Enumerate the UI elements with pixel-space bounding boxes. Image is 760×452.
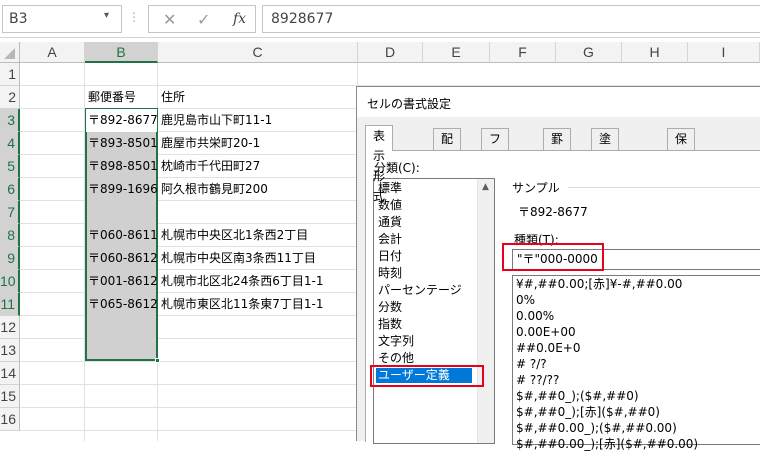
dialog-titlebar[interactable]: セルの書式設定 xyxy=(357,87,760,117)
row-header-8[interactable]: 8 xyxy=(0,224,20,247)
dialog-title: セルの書式設定 xyxy=(367,97,452,111)
formula-bar: B3 ▾ ⋮ ✕ ✓ fx 8928677 xyxy=(0,0,760,38)
column-header-d[interactable]: D xyxy=(358,42,423,63)
format-item[interactable]: 0.00E+00 xyxy=(516,324,576,340)
select-all-corner[interactable] xyxy=(0,42,20,63)
category-item[interactable]: 日付 xyxy=(376,249,472,264)
tab-fill[interactable]: 塗りつぶし xyxy=(591,128,620,226)
format-item[interactable]: ##0.0E+0 xyxy=(516,340,580,356)
formula-value: 8928677 xyxy=(271,11,334,27)
cell-b6[interactable]: 〒899-1696 xyxy=(86,178,158,201)
formula-buttons: ✕ ✓ fx xyxy=(148,5,256,33)
row-header-12[interactable]: 12 xyxy=(0,316,20,339)
scroll-up-icon[interactable]: ▲ xyxy=(482,182,489,192)
cell-c6[interactable]: 阿久根市鶴見町200 xyxy=(159,178,268,201)
category-item[interactable]: 標準 xyxy=(376,181,472,196)
category-item[interactable]: 指数 xyxy=(376,317,472,332)
cell-b5[interactable]: 〒898-8501 xyxy=(86,155,158,178)
column-header-i[interactable]: I xyxy=(688,42,760,63)
highlight-box-category xyxy=(370,365,484,387)
row-header-6[interactable]: 6 xyxy=(0,178,20,201)
highlight-box-type xyxy=(502,243,604,271)
sample-value: 〒892-8677 xyxy=(518,205,588,219)
cell-c11[interactable]: 札幌市東区北11条東7丁目1-1 xyxy=(159,293,324,316)
cell-c2[interactable]: 住所 xyxy=(159,86,185,109)
category-item[interactable]: 分数 xyxy=(376,300,472,315)
cell-b2[interactable]: 郵便番号 xyxy=(86,86,136,109)
enter-icon[interactable]: ✓ xyxy=(197,10,210,29)
row-header-2[interactable]: 2 xyxy=(0,86,20,109)
category-item[interactable]: 通貨 xyxy=(376,215,472,230)
cell-b8[interactable]: 〒060-8611 xyxy=(86,224,158,247)
row-header-10[interactable]: 10 xyxy=(0,270,20,293)
category-item[interactable]: 文字列 xyxy=(376,334,472,349)
cell-c10[interactable]: 札幌市北区北24条西6丁目1-1 xyxy=(159,270,324,293)
cell-b9[interactable]: 〒060-8612 xyxy=(86,247,158,270)
number-tab-panel: 分類(C): 標準 数値 通貨 会計 日付 時刻 パーセンテージ 分数 指数 文… xyxy=(365,150,760,451)
category-item[interactable]: パーセンテージ xyxy=(376,283,472,298)
row-header-15[interactable]: 15 xyxy=(0,385,20,408)
category-item[interactable]: その他 xyxy=(376,351,472,366)
formula-input[interactable]: 8928677 xyxy=(262,5,760,33)
tab-font[interactable]: フォント xyxy=(481,128,510,206)
format-item[interactable]: # ??/?? xyxy=(516,372,559,388)
category-scrollbar[interactable]: ▲ xyxy=(477,179,494,443)
format-item[interactable]: ¥#,##0.00;[赤]¥-#,##0.00 xyxy=(516,276,682,292)
insert-function-icon[interactable]: fx xyxy=(233,11,246,27)
row-header-11[interactable]: 11 xyxy=(0,293,20,316)
cell-b3[interactable]: 〒892-8677 xyxy=(86,109,158,132)
row-header-5[interactable]: 5 xyxy=(0,155,20,178)
format-item[interactable]: # ?/? xyxy=(516,356,547,372)
format-code-list[interactable]: ¥#,##0.00;[赤]¥-#,##0.00 0% 0.00% 0.00E+0… xyxy=(512,275,760,451)
sample-label: サンプル xyxy=(512,181,560,195)
cell-c3[interactable]: 鹿児島市山下町11-1 xyxy=(159,109,272,132)
tab-number[interactable]: 表示形式 xyxy=(365,125,394,203)
cell-c8[interactable]: 札幌市中央区北1条西2丁目 xyxy=(159,224,308,247)
fill-handle[interactable] xyxy=(155,358,160,363)
cell-c4[interactable]: 鹿屋市共栄町20-1 xyxy=(159,132,260,155)
column-header-b[interactable]: B xyxy=(85,42,158,63)
column-header-g[interactable]: G xyxy=(556,42,622,63)
row-header-1[interactable]: 1 xyxy=(0,63,20,86)
cell-c9[interactable]: 札幌市中央区南3条西11丁目 xyxy=(159,247,316,270)
cell-b11[interactable]: 〒065-8612 xyxy=(86,293,158,316)
format-item[interactable]: $#,##0_);[赤]($#,##0) xyxy=(516,404,660,420)
cell-c5[interactable]: 枕崎市千代田町27 xyxy=(159,155,260,178)
format-item[interactable]: 0% xyxy=(516,292,535,308)
category-item[interactable]: 時刻 xyxy=(376,266,472,281)
column-header-e[interactable]: E xyxy=(423,42,490,63)
format-item[interactable]: $#,##0.00_);[赤]($#,##0.00) xyxy=(516,436,698,452)
resize-handle-icon[interactable]: ⋮ xyxy=(128,10,140,24)
row-header-14[interactable]: 14 xyxy=(0,362,20,385)
category-item[interactable]: 会計 xyxy=(376,232,472,247)
name-box-value: B3 xyxy=(9,11,28,27)
tab-protection[interactable]: 保護 xyxy=(667,128,696,166)
row-header-7[interactable]: 7 xyxy=(0,201,20,224)
column-header-h[interactable]: H xyxy=(622,42,688,63)
format-item[interactable]: $#,##0_);($#,##0) xyxy=(516,388,639,404)
row-header-3[interactable]: 3 xyxy=(0,109,20,132)
row-header-9[interactable]: 9 xyxy=(0,247,20,270)
cell-b10[interactable]: 〒001-8612 xyxy=(86,270,158,293)
format-cells-dialog: セルの書式設定 表示形式 配置 フォント 罫線 塗りつぶし 保護 分類(C): … xyxy=(356,86,760,451)
category-item[interactable]: 数値 xyxy=(376,198,472,213)
cell-b4[interactable]: 〒893-8501 xyxy=(86,132,158,155)
row-header-4[interactable]: 4 xyxy=(0,132,20,155)
column-header-a[interactable]: A xyxy=(20,42,85,63)
row-header-16[interactable]: 16 xyxy=(0,408,20,431)
category-list[interactable]: 標準 数値 通貨 会計 日付 時刻 パーセンテージ 分数 指数 文字列 その他 … xyxy=(373,178,495,444)
tab-alignment[interactable]: 配置 xyxy=(433,128,462,166)
cancel-icon[interactable]: ✕ xyxy=(163,10,176,29)
row-header-13[interactable]: 13 xyxy=(0,339,20,362)
format-item[interactable]: $#,##0.00_);($#,##0.00) xyxy=(516,420,677,436)
sample-divider xyxy=(568,187,760,188)
name-box-dropdown-icon[interactable]: ▾ xyxy=(104,10,109,21)
tab-border[interactable]: 罫線 xyxy=(543,128,572,166)
column-header-f[interactable]: F xyxy=(490,42,556,63)
column-header-c[interactable]: C xyxy=(158,42,358,63)
format-item[interactable]: 0.00% xyxy=(516,308,554,324)
